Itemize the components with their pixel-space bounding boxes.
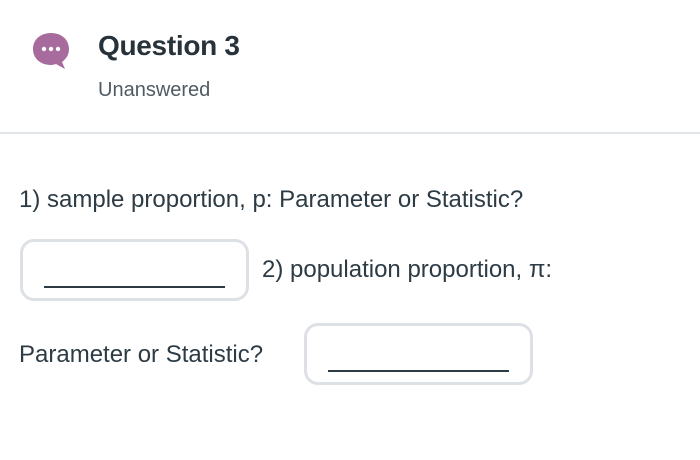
answer-blank-1-underline xyxy=(44,286,225,288)
question-text-part3: Parameter or Statistic? xyxy=(19,341,264,368)
question-header: Question 3 Unanswered xyxy=(0,0,700,134)
answer-blank-2[interactable] xyxy=(304,323,533,385)
question-text-part1: 1) sample proportion, p: Parameter or St… xyxy=(19,186,524,213)
question-title: Question 3 xyxy=(98,30,240,61)
question-status: Unanswered xyxy=(98,79,211,101)
answer-blank-1[interactable] xyxy=(20,239,249,301)
question-text-part2: 2) population proportion, π: xyxy=(262,256,553,283)
speech-bubble-ellipsis-icon xyxy=(33,33,69,69)
answer-blank-2-underline xyxy=(328,370,509,372)
